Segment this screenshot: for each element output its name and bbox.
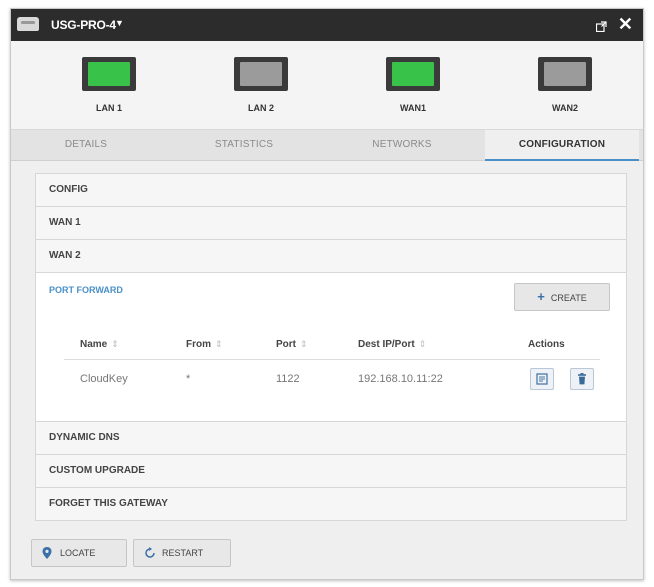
location-pin-icon [42,547,52,559]
sort-icon: ⇕ [215,339,223,349]
column-header-label: From [186,339,211,350]
tab-statistics[interactable]: STATISTICS [169,130,319,160]
column-header-name[interactable]: Name ⇕ [80,339,119,350]
column-header-port[interactable]: Port ⇕ [276,339,308,350]
sort-icon: ⇕ [111,339,119,349]
sort-icon: ⇕ [418,339,427,349]
edit-icon [536,373,548,385]
section-custom-upgrade[interactable]: CUSTOM UPGRADE [36,455,626,488]
plus-icon: + [537,289,545,304]
device-name[interactable]: USG-PRO-4 [51,18,116,32]
tab-details[interactable]: DETAILS [11,130,161,160]
table-divider [64,359,600,360]
section-dynamic-dns[interactable]: DYNAMIC DNS [36,422,626,455]
column-header-label: Port [276,339,296,350]
cell-port: 1122 [276,373,300,385]
locate-label: LOCATE [60,548,96,558]
create-button[interactable]: + CREATE [514,283,610,311]
tab-configuration[interactable]: CONFIGURATION [485,130,639,161]
port-forward-title[interactable]: PORT FORWARD [49,285,123,295]
restart-icon [145,547,155,558]
cell-from: * [186,373,191,385]
port-label: LAN 1 [95,103,122,113]
edit-button[interactable] [530,368,554,390]
device-window: USG-PRO-4 ▼ ✕ LAN 1 LAN 2 WAN1 WAN2 DETA… [10,8,644,580]
tab-networks[interactable]: NETWORKS [327,130,477,160]
port-forward-section: PORT FORWARD + CREATE Name ⇕ From ⇕ Port ⇕ D… [36,273,626,422]
section-config[interactable]: CONFIG [36,174,626,207]
port-wan1: WAN1 [373,51,453,121]
port-label: WAN2 [551,103,578,113]
title-bar: USG-PRO-4 ▼ ✕ [11,9,643,41]
delete-button[interactable] [570,368,594,390]
tab-bar: DETAILS STATISTICS NETWORKS CONFIGURATIO… [11,130,643,161]
section-forget-gateway[interactable]: FORGET THIS GATEWAY [36,488,626,520]
gateway-device-icon [17,17,39,31]
sort-icon: ⇕ [300,339,308,349]
section-wan1[interactable]: WAN 1 [36,207,626,240]
column-header-from[interactable]: From ⇕ [186,339,223,350]
cell-dest: 192.168.10.11:22 [358,373,443,385]
restart-button[interactable]: RESTART [133,539,231,567]
port-label: LAN 2 [247,103,274,113]
close-icon[interactable]: ✕ [618,15,633,33]
configuration-panel: CONFIG WAN 1 WAN 2 PORT FORWARD + CREATE … [35,173,627,521]
port-icon [386,57,440,91]
section-wan2[interactable]: WAN 2 [36,240,626,273]
trash-icon [578,373,586,385]
column-header-label: Dest IP/Port [358,339,415,350]
cell-name: CloudKey [80,373,128,385]
port-lan2: LAN 2 [221,51,301,121]
port-wan2: WAN2 [525,51,605,121]
create-button-label: CREATE [550,293,587,303]
port-lan1: LAN 1 [69,51,149,121]
port-icon [82,57,136,91]
column-header-dest[interactable]: Dest IP/Port ⇕ [358,339,426,350]
port-icon [538,57,592,91]
device-dropdown-caret-icon[interactable]: ▼ [115,18,124,28]
locate-button[interactable]: LOCATE [31,539,127,567]
popout-icon[interactable] [595,19,607,33]
port-icon [234,57,288,91]
column-header-label: Name [80,339,108,350]
column-header-actions: Actions [528,339,565,350]
port-status-strip: LAN 1 LAN 2 WAN1 WAN2 [11,41,643,130]
port-label: WAN1 [399,103,426,113]
restart-label: RESTART [162,548,204,558]
